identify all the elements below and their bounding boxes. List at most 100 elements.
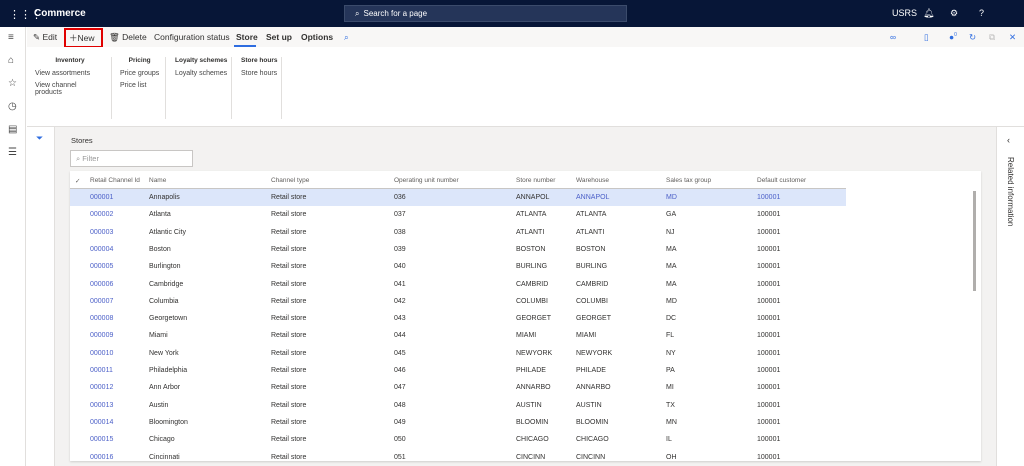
select-all-checkbox[interactable]: ✓ xyxy=(75,177,80,185)
clock-icon[interactable]: ◷ xyxy=(8,101,17,112)
cell-warehouse: ATLANTI xyxy=(576,228,605,236)
cell-channel-type: Retail store xyxy=(271,384,307,392)
cell-warehouse[interactable]: ANNAPOL xyxy=(576,194,609,201)
table-row[interactable]: 000013 Austin Retail store 048 AUSTIN AUSTIN T… xyxy=(70,397,846,414)
modules-icon[interactable]: ☰ xyxy=(8,147,17,158)
cell-retail-channel-id[interactable]: 000007 xyxy=(90,298,113,305)
cell-name: Burlington xyxy=(149,263,181,271)
table-row[interactable]: 000014 Bloomington Retail store 049 BLOOMIN B… xyxy=(70,414,846,431)
refresh-icon[interactable]: ↻ xyxy=(969,32,976,43)
edit-button[interactable]: ✎ Edit xyxy=(33,32,57,43)
table-row[interactable]: 000003 Atlantic City Retail store 038 ATLANT… xyxy=(70,224,846,241)
cell-sales-tax-group: MD xyxy=(666,297,677,305)
cell-operating-unit-number: 037 xyxy=(394,211,406,219)
column-header-retail-channel-id[interactable]: Retail Channel Id xyxy=(90,177,140,184)
table-row[interactable]: 000001 Annapolis Retail store 036 ANNAPOL ANN… xyxy=(70,189,846,207)
view-assortments-button[interactable]: View assortments xyxy=(35,70,105,77)
search-icon: ⌕ xyxy=(355,9,360,18)
table-row[interactable]: 000016 Cincinnati Retail store 051 CINCINN CI… xyxy=(70,449,846,466)
cell-name: Bloomington xyxy=(149,418,188,426)
filter-input[interactable]: ⌕ Filter xyxy=(70,150,193,167)
app-title: Commerce xyxy=(34,8,86,19)
cell-retail-channel-id[interactable]: 000014 xyxy=(90,419,113,426)
table-row[interactable]: 000011 Philadelphia Retail store 046 PHILADE… xyxy=(70,362,846,379)
open-new-window-icon[interactable]: ⧉ xyxy=(989,32,995,43)
divider xyxy=(231,57,232,119)
cell-default-customer: 100001 xyxy=(757,297,781,305)
home-icon[interactable]: ⌂ xyxy=(8,55,14,66)
column-header-name[interactable]: Name xyxy=(149,177,166,184)
cell-retail-channel-id[interactable]: 000013 xyxy=(90,402,113,409)
loyalty-schemes-button[interactable]: Loyalty schemes xyxy=(175,70,227,77)
table-row[interactable]: 000010 New York Retail store 045 NEWYORK NEWY… xyxy=(70,345,846,362)
vertical-scrollbar[interactable] xyxy=(973,191,976,291)
funnel-icon[interactable]: ⏷ xyxy=(36,133,43,144)
cell-sales-tax-group[interactable]: MD xyxy=(666,194,677,201)
table-row[interactable]: 000009 Miami Retail store 044 MIAMI MIAMI FL 10… xyxy=(70,327,846,344)
table-row[interactable]: 000015 Chicago Retail store 050 CHICAGO CHICA… xyxy=(70,431,846,448)
tab-set-up[interactable]: Set up xyxy=(266,32,292,42)
table-row[interactable]: 000008 Georgetown Retail store 043 GEORGET GE… xyxy=(70,310,846,327)
hamburger-icon[interactable]: ≡ xyxy=(8,32,14,43)
link-icon[interactable]: ∞ xyxy=(890,32,896,42)
table-row[interactable]: 000002 Atlanta Retail store 037 ATLANTA ATLAN… xyxy=(70,206,846,223)
price-list-button[interactable]: Price list xyxy=(120,82,159,89)
workspaces-icon[interactable]: ▤ xyxy=(8,124,17,135)
notifications-icon[interactable]: ●0 xyxy=(949,32,957,42)
cell-retail-channel-id[interactable]: 000011 xyxy=(90,367,113,374)
ribbon-group-store-hours: Store hours Store hours xyxy=(241,57,277,82)
help-icon[interactable]: ? xyxy=(979,8,984,18)
divider xyxy=(165,57,166,119)
cell-retail-channel-id[interactable]: 000001 xyxy=(90,194,113,201)
cell-retail-channel-id[interactable]: 000010 xyxy=(90,350,113,357)
cell-retail-channel-id[interactable]: 000016 xyxy=(90,454,113,461)
cell-retail-channel-id[interactable]: 000006 xyxy=(90,281,113,288)
chevron-left-icon[interactable]: ‹ xyxy=(1007,135,1010,145)
office-icon[interactable]: ▯ xyxy=(924,32,929,43)
cell-operating-unit-number: 044 xyxy=(394,332,406,340)
column-header-default-customer[interactable]: Default customer xyxy=(757,177,806,184)
cell-retail-channel-id[interactable]: 000008 xyxy=(90,315,113,322)
gear-icon[interactable]: ⚙ xyxy=(950,8,958,19)
cell-retail-channel-id[interactable]: 000009 xyxy=(90,332,113,339)
company-picker[interactable]: USRS xyxy=(892,8,917,18)
cell-retail-channel-id[interactable]: 000012 xyxy=(90,384,113,391)
cell-sales-tax-group: FL xyxy=(666,332,675,340)
cell-default-customer[interactable]: 100001 xyxy=(757,194,780,201)
search-actions-icon[interactable]: ⌕ xyxy=(344,32,349,43)
table-row[interactable]: 000006 Cambridge Retail store 041 CAMBRID CAM… xyxy=(70,276,846,293)
related-information-pane[interactable]: ‹ Related information xyxy=(996,127,1024,466)
cell-warehouse: AUSTIN xyxy=(576,401,602,409)
column-header-operating-unit-number[interactable]: Operating unit number xyxy=(394,177,459,184)
cell-default-customer: 100001 xyxy=(757,280,781,288)
bell-icon[interactable]: 🔔︎ xyxy=(923,8,934,19)
cell-retail-channel-id[interactable]: 000015 xyxy=(90,436,113,443)
column-header-store-number[interactable]: Store number xyxy=(516,177,555,184)
column-header-channel-type[interactable]: Channel type xyxy=(271,177,309,184)
cell-name: Cambridge xyxy=(149,280,184,288)
configuration-status-button[interactable]: Configuration status xyxy=(154,32,230,42)
cell-warehouse: ANNARBO xyxy=(576,384,611,392)
view-channel-products-button[interactable]: View channel products xyxy=(35,82,105,96)
table-row[interactable]: 000007 Columbia Retail store 042 COLUMBI COLU… xyxy=(70,293,846,310)
cell-retail-channel-id[interactable]: 000005 xyxy=(90,263,113,270)
star-icon[interactable]: ☆ xyxy=(8,78,17,89)
tab-options[interactable]: Options xyxy=(301,32,333,42)
cell-retail-channel-id[interactable]: 000004 xyxy=(90,246,113,253)
close-icon[interactable]: ✕ xyxy=(1009,32,1016,43)
column-header-warehouse[interactable]: Warehouse xyxy=(576,177,609,184)
table-row[interactable]: 000005 Burlington Retail store 040 BURLING BU… xyxy=(70,258,846,275)
table-row[interactable]: 000012 Ann Arbor Retail store 047 ANNARBO ANN… xyxy=(70,379,846,396)
cell-retail-channel-id[interactable]: 000003 xyxy=(90,229,113,236)
cell-retail-channel-id[interactable]: 000002 xyxy=(90,211,113,218)
store-hours-button[interactable]: Store hours xyxy=(241,70,277,77)
delete-button[interactable]: 🗑︎ Delete xyxy=(109,32,147,43)
table-row[interactable]: 000004 Boston Retail store 039 BOSTON BOSTON M… xyxy=(70,241,846,258)
search-input[interactable]: ⌕ Search for a page xyxy=(344,5,627,22)
column-header-sales-tax-group[interactable]: Sales tax group xyxy=(666,177,711,184)
ribbon-group-inventory: Inventory View assortments View channel … xyxy=(35,57,105,101)
grid-title: Stores xyxy=(71,136,93,145)
tab-store[interactable]: Store xyxy=(236,32,258,42)
price-groups-button[interactable]: Price groups xyxy=(120,70,159,77)
cell-name: Austin xyxy=(149,401,169,409)
